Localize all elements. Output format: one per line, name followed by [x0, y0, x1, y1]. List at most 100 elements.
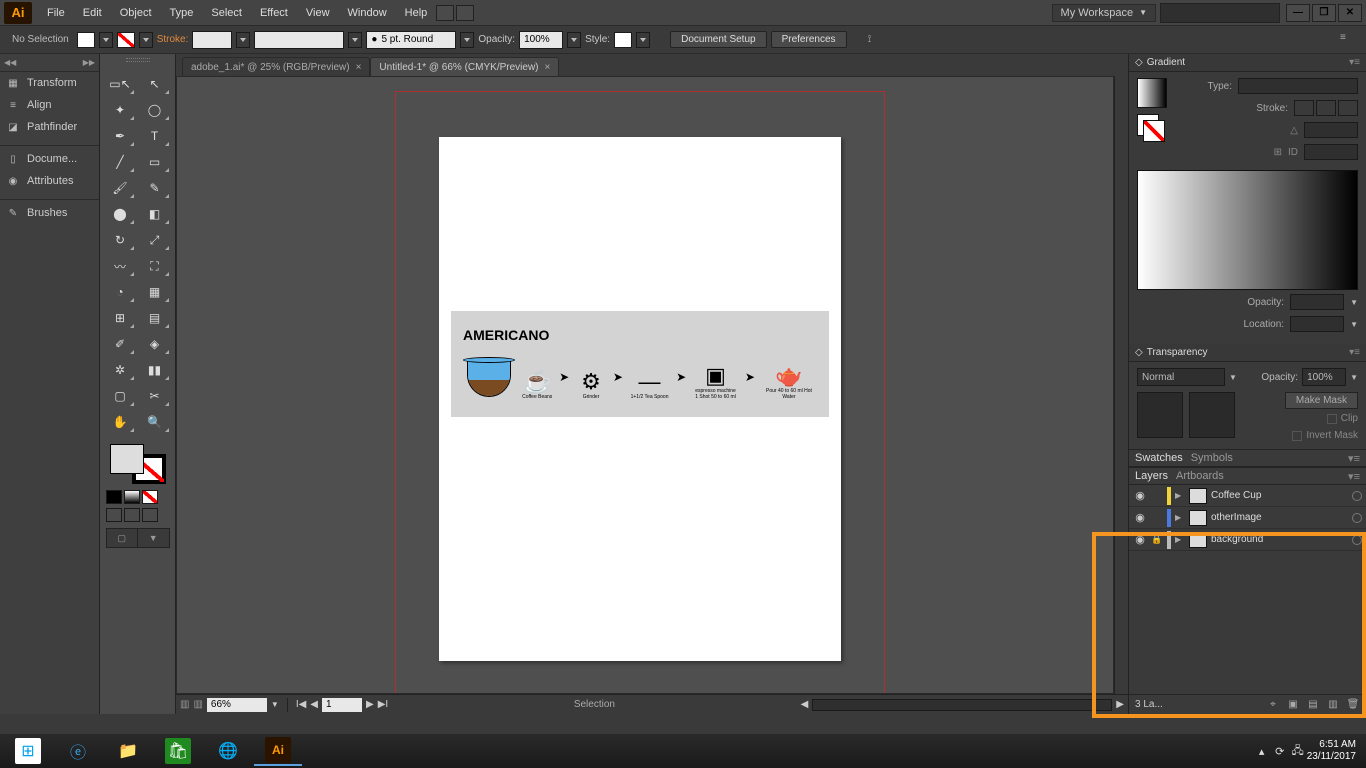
- menu-help[interactable]: Help: [396, 3, 437, 23]
- layer-row[interactable]: ◉ ▶ otherImage: [1129, 507, 1366, 529]
- close-button[interactable]: ✕: [1338, 4, 1362, 22]
- width-tool[interactable]: 〰: [104, 254, 136, 278]
- scroll-right-icon[interactable]: ▶: [1116, 699, 1124, 710]
- symbol-sprayer-tool[interactable]: ✲: [104, 358, 136, 382]
- fill-box[interactable]: [110, 444, 144, 474]
- delete-layer-icon[interactable]: 🗑: [1346, 698, 1360, 712]
- scroll-left-icon[interactable]: ◀: [801, 699, 809, 710]
- expand-icon[interactable]: ▶: [1175, 491, 1185, 500]
- stroke-dropdown[interactable]: [139, 32, 153, 48]
- artboard-number-input[interactable]: 1: [322, 698, 362, 712]
- document-tab-2[interactable]: Untitled-1* @ 66% (CMYK/Preview)×: [370, 57, 559, 77]
- opacity-input[interactable]: 100%: [1302, 368, 1346, 386]
- visibility-toggle[interactable]: ◉: [1133, 533, 1147, 546]
- nav-prev-icon[interactable]: ◀: [310, 699, 318, 710]
- workspace-switcher[interactable]: My Workspace ▼: [1052, 4, 1156, 22]
- toolbox-grip[interactable]: [126, 58, 150, 62]
- tray-sync-icon[interactable]: ⟳: [1271, 745, 1289, 758]
- target-icon[interactable]: [1352, 491, 1362, 501]
- layer-row[interactable]: ◉ ▶ Coffee Cup: [1129, 485, 1366, 507]
- panel-pathfinder[interactable]: ◪Pathfinder: [0, 116, 99, 138]
- brush-combo[interactable]: ● 5 pt. Round: [366, 31, 456, 49]
- rectangle-tool[interactable]: ▭: [139, 150, 171, 174]
- perspective-tool[interactable]: ▦: [139, 280, 171, 304]
- target-icon[interactable]: [1352, 535, 1362, 545]
- lasso-tool[interactable]: ◯: [139, 98, 171, 122]
- paintbrush-tool[interactable]: 🖌: [104, 176, 136, 200]
- blend-mode-combo[interactable]: Normal: [1137, 368, 1225, 386]
- flyout-icon[interactable]: ≡: [1340, 32, 1358, 48]
- profile-dropdown[interactable]: [348, 32, 362, 48]
- gradient-ramp[interactable]: [1137, 170, 1358, 290]
- menu-object[interactable]: Object: [111, 3, 161, 23]
- dock-collapse-button[interactable]: ◀◀▶▶: [0, 54, 99, 72]
- expand-icon[interactable]: ▶: [1175, 535, 1185, 544]
- mask-thumb[interactable]: [1189, 392, 1235, 438]
- maximize-button[interactable]: ❐: [1312, 4, 1336, 22]
- horizontal-scrollbar[interactable]: [812, 699, 1112, 711]
- stroke-grad-2[interactable]: [1316, 100, 1336, 116]
- panel-document-info[interactable]: ▯Docume...: [0, 148, 99, 170]
- fill-stroke-control[interactable]: [106, 440, 170, 488]
- eyedropper-tool[interactable]: ✐: [104, 332, 136, 356]
- mesh-tool[interactable]: ⊞: [104, 306, 136, 330]
- tray-network-icon[interactable]: 🖧: [1289, 742, 1307, 761]
- invert-mask-checkbox[interactable]: Invert Mask: [1292, 430, 1358, 441]
- close-tab-icon[interactable]: ×: [545, 62, 551, 73]
- make-mask-button[interactable]: Make Mask: [1285, 392, 1358, 409]
- selection-tool[interactable]: ▭↖: [104, 72, 136, 96]
- panel-transform[interactable]: ▦Transform: [0, 72, 99, 94]
- gradient-angle-input[interactable]: [1304, 122, 1358, 138]
- eraser-tool[interactable]: ◧: [139, 202, 171, 226]
- search-input[interactable]: [1160, 3, 1280, 23]
- draw-inside-button[interactable]: [142, 508, 158, 522]
- symbols-tab[interactable]: Symbols: [1191, 452, 1233, 464]
- canvas[interactable]: AMERICANO ☕Coffee Beans ➤ ⚙Grinder ➤ —1+…: [176, 76, 1114, 694]
- stroke-swatch[interactable]: [117, 32, 135, 48]
- gradient-ratio-input[interactable]: [1304, 144, 1358, 160]
- start-button[interactable]: ⊞: [4, 736, 52, 766]
- swatches-tab[interactable]: Swatches: [1135, 452, 1183, 464]
- gradient-tool[interactable]: ▤: [139, 306, 171, 330]
- taskbar-store[interactable]: 🛍: [154, 736, 202, 766]
- gradient-mode-button[interactable]: [124, 490, 140, 504]
- stop-opacity-input[interactable]: [1290, 294, 1344, 310]
- slice-tool[interactable]: ✂: [139, 384, 171, 408]
- visibility-toggle[interactable]: ◉: [1133, 511, 1147, 524]
- object-thumb[interactable]: [1137, 392, 1183, 438]
- magic-wand-tool[interactable]: ✦: [104, 98, 136, 122]
- gradient-type-combo[interactable]: [1238, 78, 1358, 94]
- menu-effect[interactable]: Effect: [251, 3, 297, 23]
- nav-next-icon[interactable]: ▶: [366, 699, 374, 710]
- line-tool[interactable]: ╱: [104, 150, 136, 174]
- layers-tab[interactable]: Layers: [1135, 470, 1168, 482]
- align-icon[interactable]: ⟟: [861, 32, 879, 48]
- tray-up-icon[interactable]: ▴: [1253, 745, 1271, 758]
- direct-selection-tool[interactable]: ↖: [139, 72, 171, 96]
- stop-location-input[interactable]: [1290, 316, 1344, 332]
- scale-tool[interactable]: ⤢: [139, 228, 171, 252]
- stroke-grad-1[interactable]: [1294, 100, 1314, 116]
- opacity-input[interactable]: 100%: [519, 31, 563, 49]
- fill-swatch[interactable]: [77, 32, 95, 48]
- free-transform-tool[interactable]: ⛶: [139, 254, 171, 278]
- preferences-button[interactable]: Preferences: [771, 31, 847, 48]
- menu-window[interactable]: Window: [339, 3, 396, 23]
- locate-icon[interactable]: ⌖: [1266, 698, 1280, 712]
- new-sublayer-icon[interactable]: ▤: [1306, 698, 1320, 712]
- artboard-tool[interactable]: ▢: [104, 384, 136, 408]
- lock-toggle[interactable]: 🔒: [1151, 534, 1163, 545]
- menu-type[interactable]: Type: [161, 3, 203, 23]
- taskbar-ie[interactable]: ⓔ: [54, 736, 102, 766]
- menu-file[interactable]: File: [38, 3, 74, 23]
- column-graph-tool[interactable]: ▮▮: [139, 358, 171, 382]
- system-clock[interactable]: 6:51 AM 23/11/2017: [1307, 739, 1362, 763]
- nav-first-icon[interactable]: I◀: [296, 699, 306, 710]
- transparency-panel-header[interactable]: ◇ Transparency▾≡: [1129, 344, 1366, 362]
- artboard-nav-icon[interactable]: ▥: [180, 699, 189, 710]
- new-layer-icon[interactable]: ▥: [1326, 698, 1340, 712]
- screen-mode-button[interactable]: ▢▼: [106, 528, 170, 548]
- fill-dropdown[interactable]: [99, 32, 113, 48]
- document-tab-1[interactable]: adobe_1.ai* @ 25% (RGB/Preview)×: [182, 57, 370, 77]
- expand-icon[interactable]: ▶: [1175, 513, 1185, 522]
